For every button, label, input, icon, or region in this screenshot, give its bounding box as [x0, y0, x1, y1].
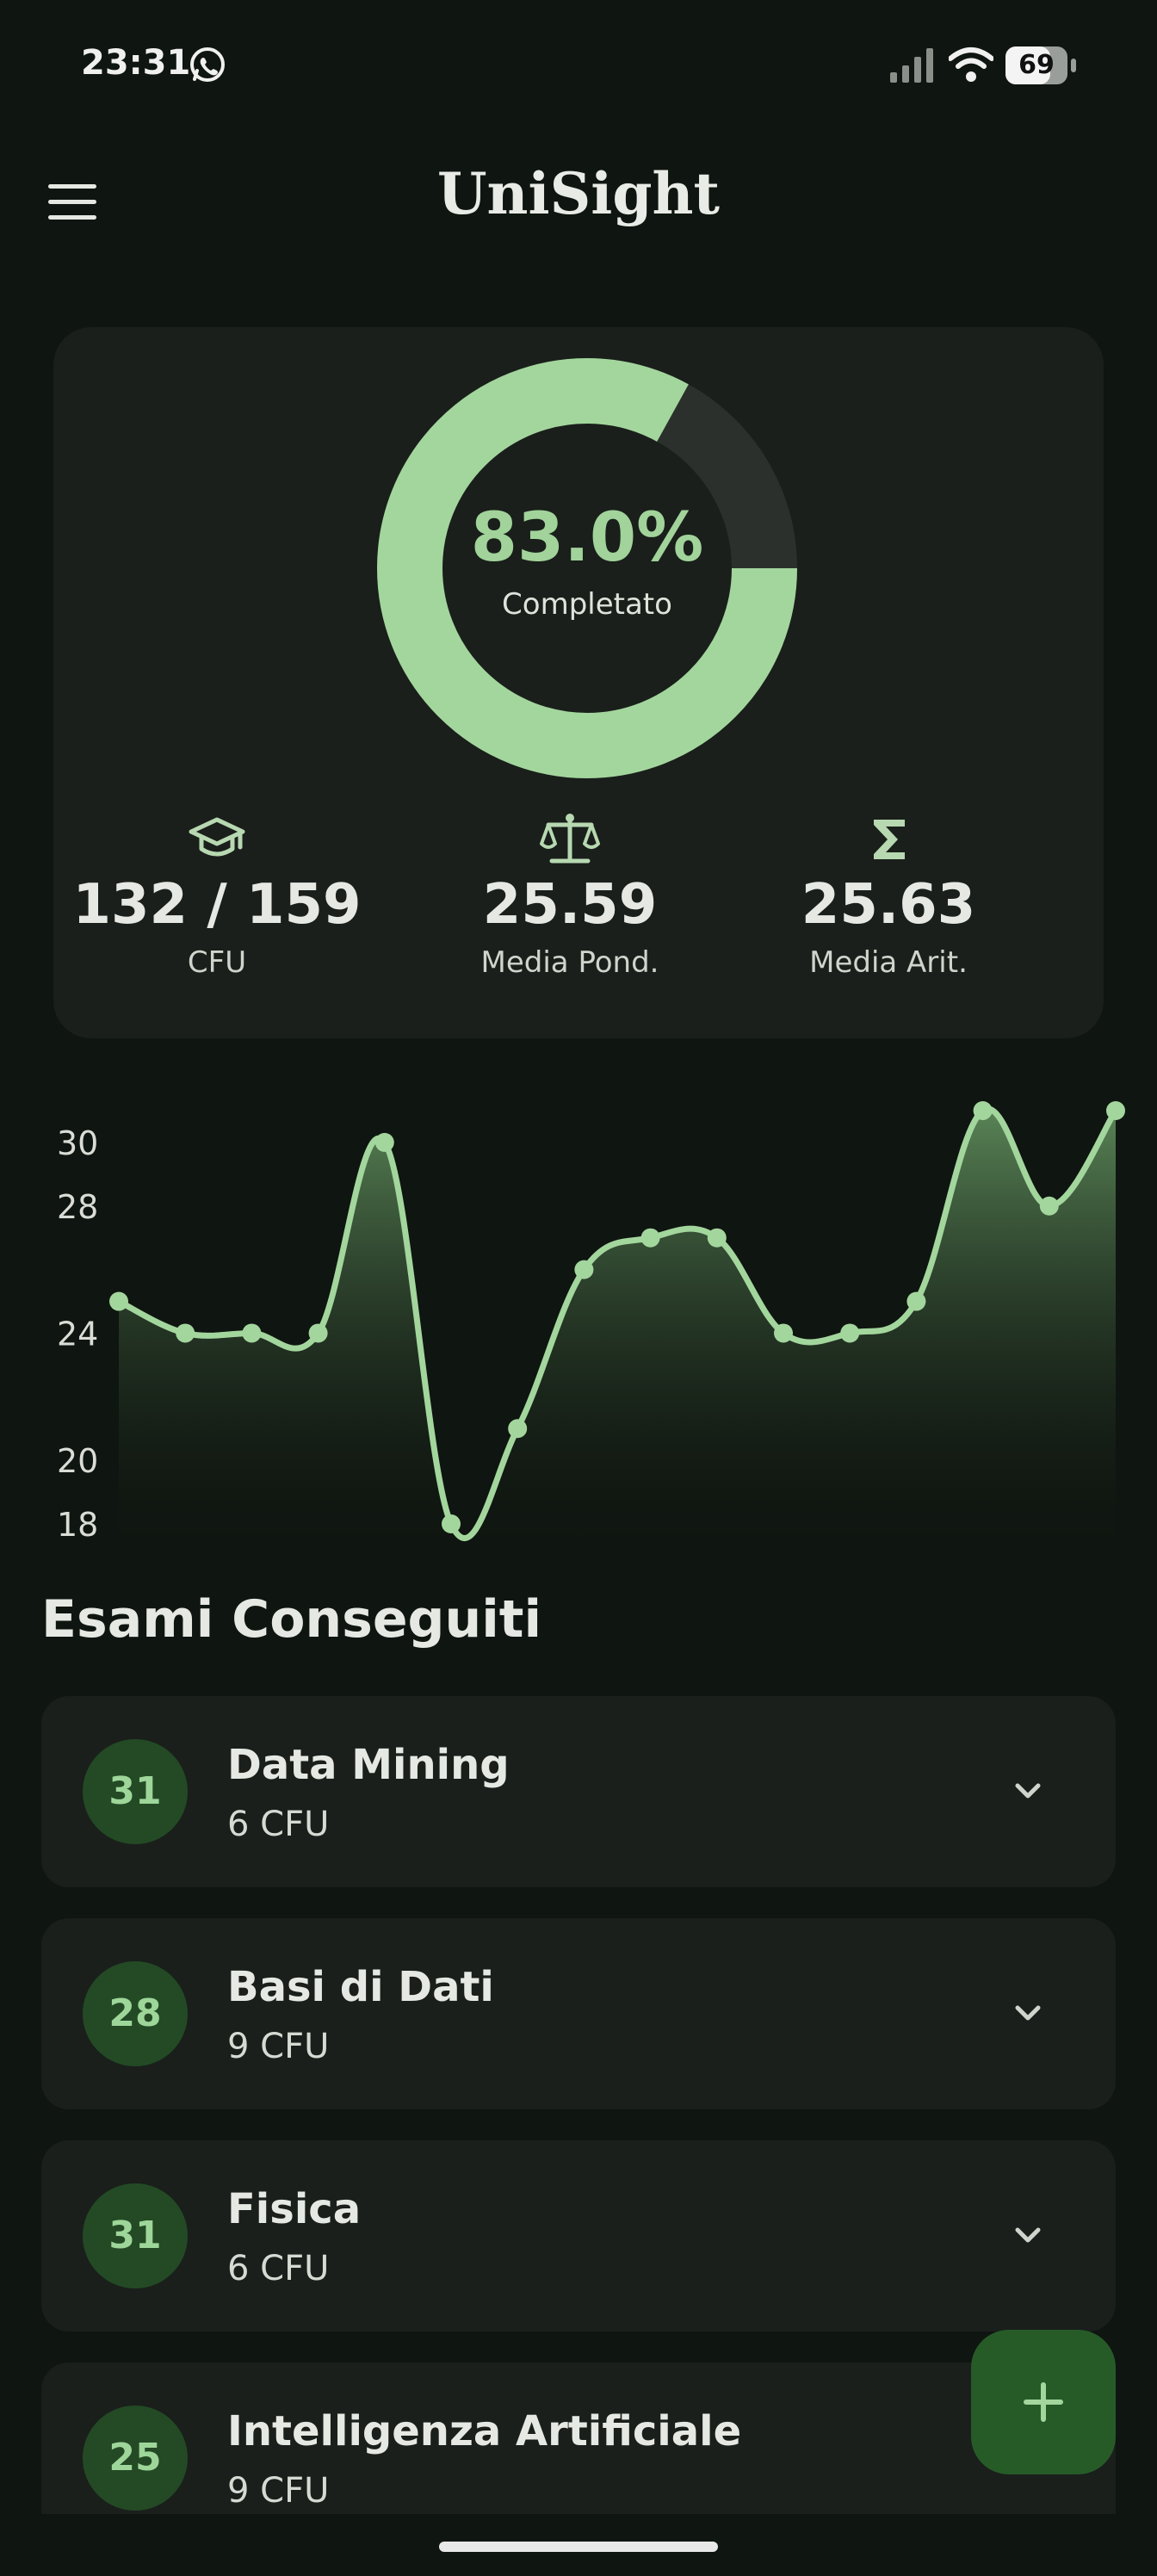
exam-name: Fisica [227, 2185, 362, 2233]
chart-point [1039, 1196, 1059, 1216]
exam-cfu: 9 CFU [227, 2027, 330, 2066]
stat-arith-avg: 25.63 Media Arit. [733, 809, 1043, 980]
chart-point [308, 1323, 328, 1343]
chart-point [1106, 1101, 1125, 1120]
grade-badge: 31 [83, 1739, 188, 1844]
grades-chart: 30 28 24 20 18 [57, 1101, 1125, 1550]
section-title: Esami Conseguiti [41, 1589, 542, 1650]
scale-icon [540, 814, 600, 864]
add-exam-button[interactable] [971, 2330, 1116, 2474]
grade-badge: 31 [83, 2183, 188, 2288]
chevron-down-icon[interactable] [1007, 1992, 1049, 2034]
grade-badge: 28 [83, 1961, 188, 2066]
exam-card[interactable]: 31 Data Mining 6 CFU [41, 1696, 1116, 1887]
exam-name: Intelligenza Artificiale [227, 2407, 742, 2455]
whatsapp-icon [190, 47, 225, 82]
y-tick-label: 20 [57, 1442, 98, 1480]
chart-point [508, 1419, 528, 1439]
exam-cfu: 6 CFU [227, 2249, 330, 2288]
chart-point [374, 1132, 394, 1152]
exam-cfu: 6 CFU [227, 1805, 330, 1844]
y-tick-label: 24 [57, 1315, 98, 1353]
stat-arith-avg-label: Media Arit. [809, 945, 968, 980]
chart-point [640, 1228, 660, 1248]
exam-card[interactable]: 28 Basi di Dati 9 CFU [41, 1918, 1116, 2109]
stat-weighted-avg-value: 25.59 [482, 873, 658, 937]
wifi-icon [949, 47, 993, 82]
chart-point [242, 1323, 262, 1343]
chart-point [176, 1323, 195, 1343]
chart-area [119, 1108, 1116, 1550]
y-tick-label: 28 [57, 1188, 98, 1226]
stat-cfu: 132 / 159 CFU [53, 809, 381, 980]
y-tick-label: 18 [57, 1506, 98, 1544]
signal-icon [890, 48, 933, 83]
y-tick-label: 30 [57, 1124, 98, 1162]
chart-point [574, 1260, 594, 1279]
graduation-cap-icon [189, 817, 245, 857]
battery-level: 69 [1018, 50, 1055, 80]
progress-caption: Completato [502, 587, 672, 622]
status-bar: 23:31 69 [0, 0, 1157, 129]
app-title: UniSight [437, 160, 720, 227]
exam-cfu: 9 CFU [227, 2471, 330, 2511]
stat-weighted-avg: 25.59 Media Pond. [406, 809, 733, 980]
home-indicator[interactable] [439, 2542, 718, 2552]
plus-icon [1024, 2382, 1063, 2422]
progress-percent: 83.0% [470, 499, 704, 577]
summary-card: 83.0% Completato 132 / 159 CFU 25.59 Med… [53, 327, 1104, 1038]
chart-point [109, 1291, 128, 1311]
sigma-icon [874, 820, 905, 859]
grade-badge: 25 [83, 2406, 188, 2511]
battery-icon: 69 [1005, 46, 1078, 84]
status-time: 23:31 [81, 43, 191, 83]
stat-cfu-label: CFU [187, 945, 247, 980]
chevron-down-icon[interactable] [1007, 1770, 1049, 1811]
stat-arith-avg-value: 25.63 [801, 873, 976, 937]
chart-point [707, 1228, 727, 1248]
exam-name: Basi di Dati [227, 1963, 494, 2011]
exam-name: Data Mining [227, 1741, 510, 1789]
chart-point [442, 1514, 461, 1533]
stat-cfu-value: 132 / 159 [72, 873, 362, 937]
chart-point [840, 1323, 860, 1343]
chart-point [774, 1323, 793, 1343]
exam-card[interactable]: 31 Fisica 6 CFU [41, 2140, 1116, 2331]
chart-point [906, 1291, 926, 1311]
chevron-down-icon[interactable] [1007, 2214, 1049, 2256]
stat-weighted-avg-label: Media Pond. [480, 945, 659, 980]
chart-point [973, 1101, 993, 1120]
